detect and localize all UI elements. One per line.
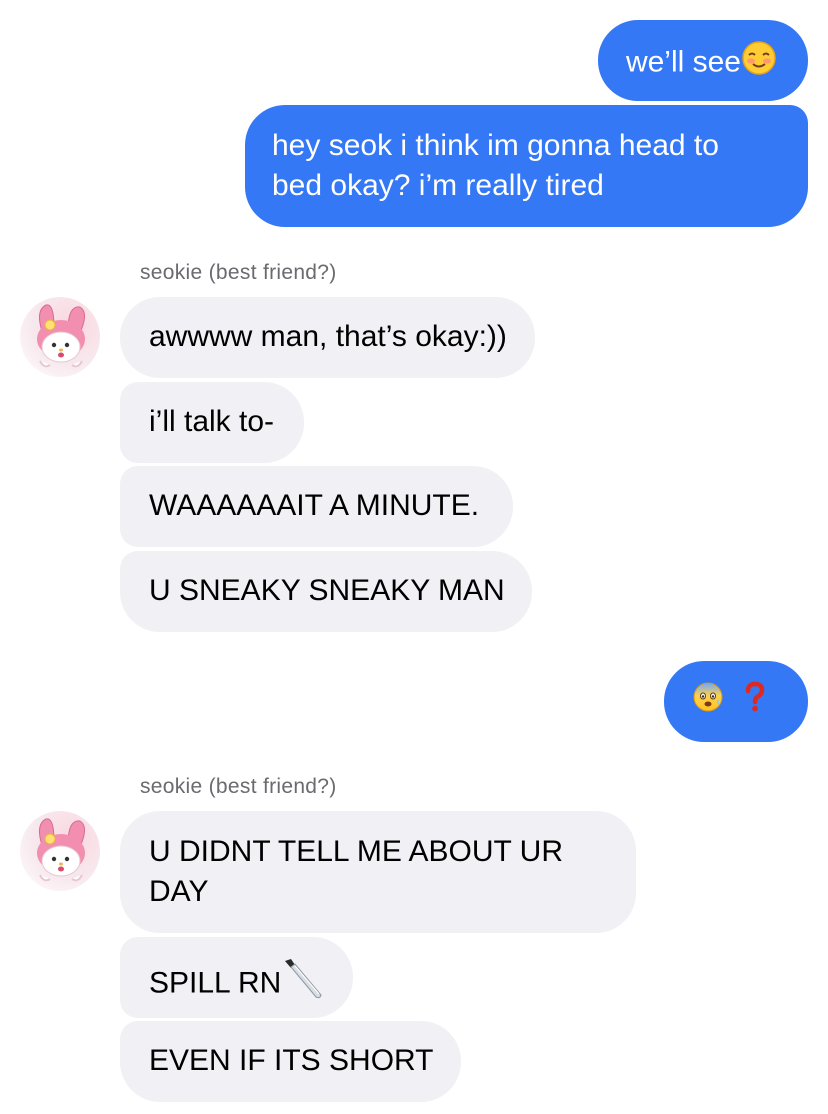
outgoing-message-bubble[interactable]: hey seok i think im gonna head to bed ok… xyxy=(245,105,808,227)
incoming-message-bubble[interactable]: U SNEAKY SNEAKY MAN xyxy=(120,551,532,632)
message-text: we’ll see xyxy=(625,45,741,79)
message-text: SPILL RN xyxy=(149,966,282,1000)
message-thread[interactable]: we’ll see hey seok i think im gonna head… xyxy=(0,0,828,1114)
red-question-mark-icon xyxy=(744,681,766,724)
message-text: awwww man, that’s okay:)) xyxy=(149,320,507,353)
my-melody-avatar-icon xyxy=(37,304,85,368)
outgoing-message-bubble[interactable] xyxy=(664,661,808,742)
message-text: U SNEAKY SNEAKY MAN xyxy=(149,574,505,607)
message-text: i’ll talk to- xyxy=(149,405,275,438)
message-text: WAAAAAAIT A MINUTE. xyxy=(149,489,480,522)
message-text: EVEN IF ITS SHORT xyxy=(149,1044,434,1077)
message-line: DAY xyxy=(149,875,209,908)
kitchen-knife-icon xyxy=(281,957,325,1012)
contact-avatar[interactable] xyxy=(20,811,100,891)
my-melody-avatar-icon xyxy=(37,818,85,882)
incoming-message-bubble[interactable]: SPILL RN xyxy=(120,937,354,1018)
contact-avatar[interactable] xyxy=(20,297,100,377)
message-line: U DIDNT TELL ME ABOUT UR xyxy=(149,835,563,868)
message-line: bed okay? i’m really tired xyxy=(272,169,604,202)
sender-name: seokie (best friend?) xyxy=(140,261,337,284)
incoming-message-bubble[interactable]: WAAAAAAIT A MINUTE. xyxy=(120,466,514,547)
incoming-message-bubble[interactable]: EVEN IF ITS SHORT xyxy=(120,1021,461,1102)
message-line: hey seok i think im gonna head to xyxy=(272,129,719,162)
incoming-message-bubble[interactable]: awwww man, that’s okay:)) xyxy=(120,297,535,378)
incoming-message-bubble[interactable]: U DIDNT TELL ME ABOUT UR DAY xyxy=(120,811,636,933)
incoming-message-bubble[interactable]: i’ll talk to- xyxy=(120,382,305,463)
sender-name: seokie (best friend?) xyxy=(140,775,337,798)
anxious-face-icon xyxy=(692,681,724,724)
smiling-face-with-blush-icon xyxy=(741,40,777,87)
outgoing-message-bubble[interactable]: we’ll see xyxy=(597,20,808,101)
